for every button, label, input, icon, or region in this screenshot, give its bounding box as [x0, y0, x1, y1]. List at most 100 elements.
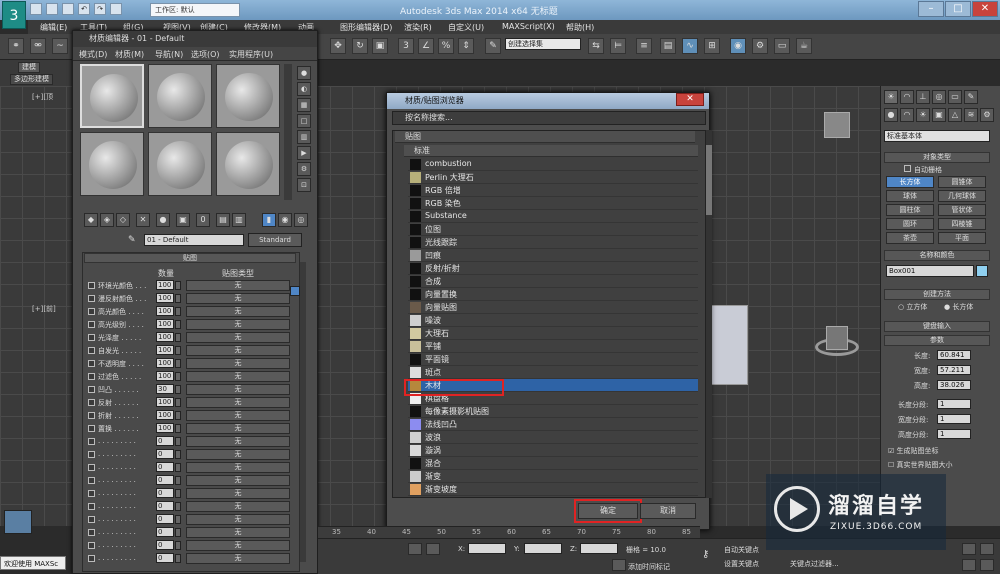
map-enable-checkbox[interactable]: [88, 373, 95, 380]
map-amount-field[interactable]: 100: [156, 306, 174, 316]
me-menu-material[interactable]: 材质(M): [115, 49, 144, 60]
maxscript-listener[interactable]: 欢迎使用 MAXSc: [0, 556, 66, 570]
map-amount-spinner[interactable]: [175, 463, 181, 472]
reset-map-icon[interactable]: ✕: [136, 213, 150, 227]
viewport-layout-icon[interactable]: [4, 510, 32, 534]
mirror-icon[interactable]: ⇆: [588, 38, 604, 54]
width-segs-field[interactable]: 1: [937, 414, 971, 424]
map-slot-button[interactable]: 无: [186, 280, 290, 291]
me-menu-utilities[interactable]: 实用程序(U): [229, 49, 273, 60]
map-slot-button[interactable]: 无: [186, 332, 290, 343]
map-amount-spinner[interactable]: [175, 502, 181, 511]
map-list-item[interactable]: 向量置换: [408, 288, 698, 301]
map-list-item[interactable]: 平面镜: [408, 353, 698, 366]
map-slot-button[interactable]: 无: [186, 553, 290, 564]
map-enable-checkbox[interactable]: [88, 438, 95, 445]
show-end-result-icon[interactable]: ▥: [232, 213, 246, 227]
map-list-item[interactable]: Substance: [408, 210, 698, 223]
menu-graph-editors[interactable]: 图形编辑器(D): [340, 22, 392, 33]
spacewarps-icon[interactable]: ≋: [964, 108, 978, 122]
map-slot-button[interactable]: 无: [186, 449, 290, 460]
category-maps[interactable]: 贴图: [395, 131, 695, 143]
zoom-icon[interactable]: [962, 543, 976, 555]
map-list-item[interactable]: 斑点: [408, 366, 698, 379]
video-color-check-icon[interactable]: ▥: [297, 130, 311, 144]
go-sibling-icon[interactable]: ◎: [294, 213, 308, 227]
shapes-icon[interactable]: ◠: [900, 108, 914, 122]
z-coord-field[interactable]: [580, 543, 618, 554]
height-field[interactable]: 38.026: [937, 380, 971, 390]
real-world-map-size-checkbox[interactable]: ☐ 真实世界贴图大小: [888, 460, 953, 470]
map-slot-button[interactable]: 无: [186, 384, 290, 395]
menu-rendering[interactable]: 渲染(R): [404, 22, 432, 33]
material-slot[interactable]: [80, 64, 144, 128]
map-amount-spinner[interactable]: [175, 359, 181, 368]
bind-space-warp-icon[interactable]: ~: [52, 38, 68, 54]
viewport-label-top[interactable]: [+][顶: [32, 92, 53, 102]
object-color-swatch[interactable]: [976, 265, 988, 277]
map-amount-spinner[interactable]: [175, 372, 181, 381]
browser-scrollbar-thumb[interactable]: [706, 145, 712, 215]
map-amount-field[interactable]: 100: [156, 410, 174, 420]
length-field[interactable]: 60.841: [937, 350, 971, 360]
map-amount-spinner[interactable]: [175, 294, 181, 303]
map-amount-spinner[interactable]: [175, 554, 181, 563]
rendered-frame-icon[interactable]: ▭: [774, 38, 790, 54]
map-amount-field[interactable]: 100: [156, 371, 174, 381]
map-enable-checkbox[interactable]: [88, 477, 95, 484]
redo-icon[interactable]: ↷: [94, 3, 106, 15]
name-color-header[interactable]: 名称和颜色: [884, 250, 990, 261]
isolate-icon[interactable]: [426, 543, 440, 555]
angle-snap-icon[interactable]: ∠: [418, 38, 434, 54]
object-type-header[interactable]: 对象类型: [884, 152, 990, 163]
background-icon[interactable]: ▦: [297, 98, 311, 112]
align-icon[interactable]: ⊨: [610, 38, 626, 54]
sample-uv-icon[interactable]: □: [297, 114, 311, 128]
orbit-icon[interactable]: [980, 559, 994, 571]
snaps-toggle-icon[interactable]: 3: [398, 38, 414, 54]
go-to-parent-icon[interactable]: ▮: [262, 213, 276, 227]
go-forward-sibling-icon[interactable]: ◉: [278, 213, 292, 227]
map-amount-field[interactable]: 0: [156, 462, 174, 472]
method-box-radio[interactable]: ● 长方体: [944, 302, 973, 312]
link-icon[interactable]: ⚭: [8, 38, 24, 54]
make-unique-icon[interactable]: ●: [156, 213, 170, 227]
map-amount-field[interactable]: 0: [156, 475, 174, 485]
cameras-icon[interactable]: ▣: [932, 108, 946, 122]
map-list-item[interactable]: RGB 染色: [408, 197, 698, 210]
map-slot-button[interactable]: 无: [186, 306, 290, 317]
map-enable-checkbox[interactable]: [88, 490, 95, 497]
map-enable-checkbox[interactable]: [88, 321, 95, 328]
map-slot-button[interactable]: 无: [186, 462, 290, 473]
menu-customize[interactable]: 自定义(U): [448, 22, 484, 33]
material-slot[interactable]: [216, 132, 280, 196]
width-field[interactable]: 57.211: [937, 365, 971, 375]
viewcube-icon[interactable]: [824, 112, 850, 138]
put-to-library-icon[interactable]: ▣: [176, 213, 190, 227]
map-enable-checkbox[interactable]: [88, 308, 95, 315]
material-editor-icon[interactable]: ◉: [730, 38, 746, 54]
map-slot-button[interactable]: 无: [186, 410, 290, 421]
sphere-button[interactable]: 球体: [886, 190, 934, 202]
category-standard[interactable]: 标准: [404, 145, 698, 157]
menu-maxscript[interactable]: MAXScript(X): [502, 22, 555, 31]
map-amount-field[interactable]: 0: [156, 553, 174, 563]
map-enable-checkbox[interactable]: [88, 464, 95, 471]
create-tab-icon[interactable]: ☀: [884, 90, 898, 104]
browser-close-button[interactable]: ✕: [676, 93, 704, 106]
workspace-dropdown[interactable]: 工作区: 默认: [150, 3, 240, 17]
map-amount-field[interactable]: 100: [156, 332, 174, 342]
tab-polygon-modeling[interactable]: 多边形建模: [10, 74, 53, 85]
eyedropper-icon[interactable]: ✎: [128, 235, 140, 245]
map-amount-field[interactable]: 100: [156, 280, 174, 290]
map-slot-button[interactable]: 无: [186, 514, 290, 525]
map-amount-spinner[interactable]: [175, 333, 181, 342]
set-key-label[interactable]: 设置关键点: [724, 559, 759, 569]
me-menu-options[interactable]: 选项(O): [191, 49, 220, 60]
project-folder-icon[interactable]: [110, 3, 122, 15]
map-slot-button[interactable]: 无: [186, 436, 290, 447]
map-slot-button[interactable]: 无: [186, 345, 290, 356]
map-list-item[interactable]: 反射/折射: [408, 262, 698, 275]
autogrid-checkbox[interactable]: 自动栅格: [904, 165, 942, 175]
select-by-material-icon[interactable]: ⊡: [297, 178, 311, 192]
